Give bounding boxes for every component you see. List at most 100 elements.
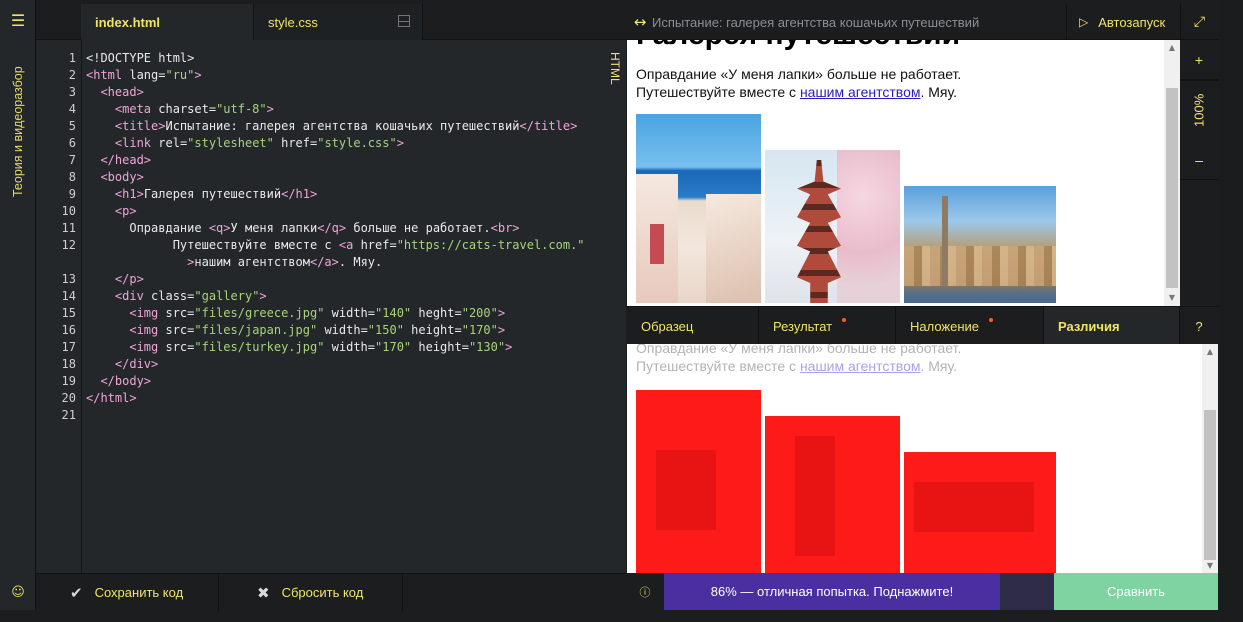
line-number: 16 <box>61 323 76 337</box>
help-button[interactable]: ? <box>1180 307 1218 345</box>
preview-header: ↔ Испытание: галерея агентства кошачьих … <box>626 0 1218 40</box>
japan-image <box>765 150 900 303</box>
tab-style-css[interactable]: style.css <box>253 4 422 40</box>
code-line: </head> <box>100 153 152 167</box>
reset-code-button[interactable]: ✖ Сбросить код <box>219 574 403 611</box>
code-line: >нашим агентством</a>. Мяу. <box>187 255 383 269</box>
play-icon: ▷ <box>1079 15 1089 29</box>
preview-scrollbar[interactable]: ▲ ▼ <box>1164 40 1180 306</box>
resize-arrows-icon[interactable]: ↔ <box>626 4 654 40</box>
paragraph-line-2-suffix: . Мяу. <box>920 84 957 100</box>
tab-differences-label: Различия <box>1058 318 1120 334</box>
diff-highlight-turkey <box>904 452 1056 573</box>
diff-view[interactable]: Оправдание «У меня лапки» больше не рабо… <box>627 344 1218 573</box>
line-number: 14 <box>61 289 76 303</box>
code-line: Оправдание <q>У меня лапки</q> больше не… <box>86 221 520 235</box>
agency-link[interactable]: нашим агентством <box>800 84 921 100</box>
notification-dot <box>842 318 847 322</box>
theory-link[interactable]: Теория и видеоразбор <box>4 52 32 212</box>
fullscreen-icon[interactable]: ⤢ <box>1180 4 1218 40</box>
line-number: 6 <box>68 136 76 150</box>
greece-image <box>636 114 761 303</box>
line-number: 11 <box>61 221 76 235</box>
save-code-button[interactable]: ✔ Сохранить код <box>36 574 219 611</box>
tab-overlay-label: Наложение <box>910 318 980 334</box>
code-line: <html lang="ru"> <box>86 68 202 82</box>
code-line: <img src="files/greece.jpg" width="140" … <box>129 306 506 320</box>
info-icon[interactable]: ⓘ <box>626 573 664 610</box>
autorun-toggle[interactable]: ▷ Автозапуск <box>1066 4 1180 40</box>
line-number: 2 <box>68 68 76 82</box>
tab-sample[interactable]: Образец <box>627 307 759 345</box>
diff-line-2-prefix: Путешествуйте вместе с <box>636 358 800 374</box>
line-number: 15 <box>61 306 76 320</box>
line-number: 17 <box>61 340 76 354</box>
zoom-in-button[interactable]: + <box>1180 40 1218 80</box>
code-line: <title>Испытание: галерея агентства коша… <box>114 119 578 133</box>
tab-overlay[interactable]: Наложение <box>896 307 1044 345</box>
left-rail: ☰ Теория и видеоразбор ☺ <box>0 0 36 610</box>
line-number: 8 <box>68 170 76 184</box>
tab-result[interactable]: Результат <box>759 307 896 345</box>
scroll-thumb[interactable] <box>1204 410 1216 560</box>
diff-highlight-greece <box>636 390 761 573</box>
zoom-level: 100% <box>1180 80 1218 140</box>
result-message: 86% — отличная попытка. Поднажмите! <box>664 573 1000 610</box>
turkey-image <box>904 186 1056 303</box>
tab-result-label: Результат <box>773 318 833 334</box>
code-line: <img src="files/turkey.jpg" width="170" … <box>129 340 513 354</box>
code-line: <h1>Галерея путешествий</h1> <box>114 187 318 201</box>
diff-line-1: Оправдание «У меня лапки» больше не рабо… <box>636 344 962 356</box>
line-number: 20 <box>61 391 76 405</box>
zoom-controls: + 100% – <box>1180 40 1218 306</box>
right-edge <box>1218 0 1243 622</box>
compare-tabs: Образец Результат Наложение Различия ? <box>627 306 1218 345</box>
line-number: 4 <box>68 102 76 116</box>
code-editor[interactable]: 1 2 3 4 5 6 7 8 9 10 11 12 13 14 15 16 1… <box>36 40 626 573</box>
compare-button[interactable]: Сравнить <box>1054 573 1218 610</box>
preview-paragraph: Оправдание «У меня лапки» больше не рабо… <box>636 65 961 101</box>
preview-heading: Галерея путешествий <box>636 40 960 52</box>
feedback-icon[interactable]: ☺ <box>0 574 36 610</box>
zoom-out-button[interactable]: – <box>1180 140 1218 180</box>
line-number: 1 <box>68 51 76 65</box>
line-number: 5 <box>68 119 76 133</box>
preview-title: Испытание: галерея агентства кошачьих пу… <box>652 14 980 30</box>
hamburger-icon[interactable]: ☰ <box>0 0 36 40</box>
html-mode-label: HTML <box>608 52 622 85</box>
diff-highlight-japan <box>765 416 900 573</box>
line-number: 18 <box>61 357 76 371</box>
tab-differences[interactable]: Различия <box>1044 307 1180 345</box>
split-view-icon[interactable] <box>398 15 410 27</box>
editor-footer: ✔ Сохранить код ✖ Сбросить код <box>36 573 626 611</box>
scroll-thumb[interactable] <box>1166 88 1178 288</box>
scroll-down-icon[interactable]: ▼ <box>1202 558 1218 572</box>
line-number: 7 <box>68 153 76 167</box>
app-window: ☰ Теория и видеоразбор ☺ index.html styl… <box>0 0 1243 622</box>
tab-index-html[interactable]: index.html <box>81 4 253 40</box>
scroll-up-icon[interactable]: ▲ <box>1164 40 1180 54</box>
code-line: Путешествуйте вместе с <a href="https://… <box>86 238 585 252</box>
notification-dot <box>989 318 994 322</box>
paragraph-line-2-prefix: Путешествуйте вместе с <box>636 84 800 100</box>
code-line: <head> <box>100 85 144 99</box>
scroll-down-icon[interactable]: ▼ <box>1164 290 1180 304</box>
diff-line-2-suffix: . Мяу. <box>920 358 957 374</box>
code-line: </html> <box>86 391 137 405</box>
code-line: </body> <box>100 374 152 388</box>
code-line: <!DOCTYPE html> <box>86 51 195 65</box>
editor-tabs: index.html style.css <box>36 0 626 40</box>
diff-agency-link: нашим агентством <box>799 358 921 374</box>
line-number: 13 <box>61 272 76 286</box>
code-line: <link rel="stylesheet" href="style.css"> <box>114 136 404 150</box>
scroll-up-icon[interactable]: ▲ <box>1202 344 1218 358</box>
autorun-label: Автозапуск <box>1098 14 1166 30</box>
line-number: 3 <box>68 85 76 99</box>
line-number: 12 <box>61 238 76 252</box>
preview-frame[interactable]: Галерея путешествий Оправдание «У меня л… <box>627 40 1180 306</box>
save-code-label: Сохранить код <box>94 585 184 600</box>
close-icon: ✖ <box>257 584 270 602</box>
reset-code-label: Сбросить код <box>281 585 364 600</box>
diff-scrollbar[interactable]: ▲ ▼ <box>1202 344 1218 573</box>
tab-sample-label: Образец <box>641 318 694 334</box>
